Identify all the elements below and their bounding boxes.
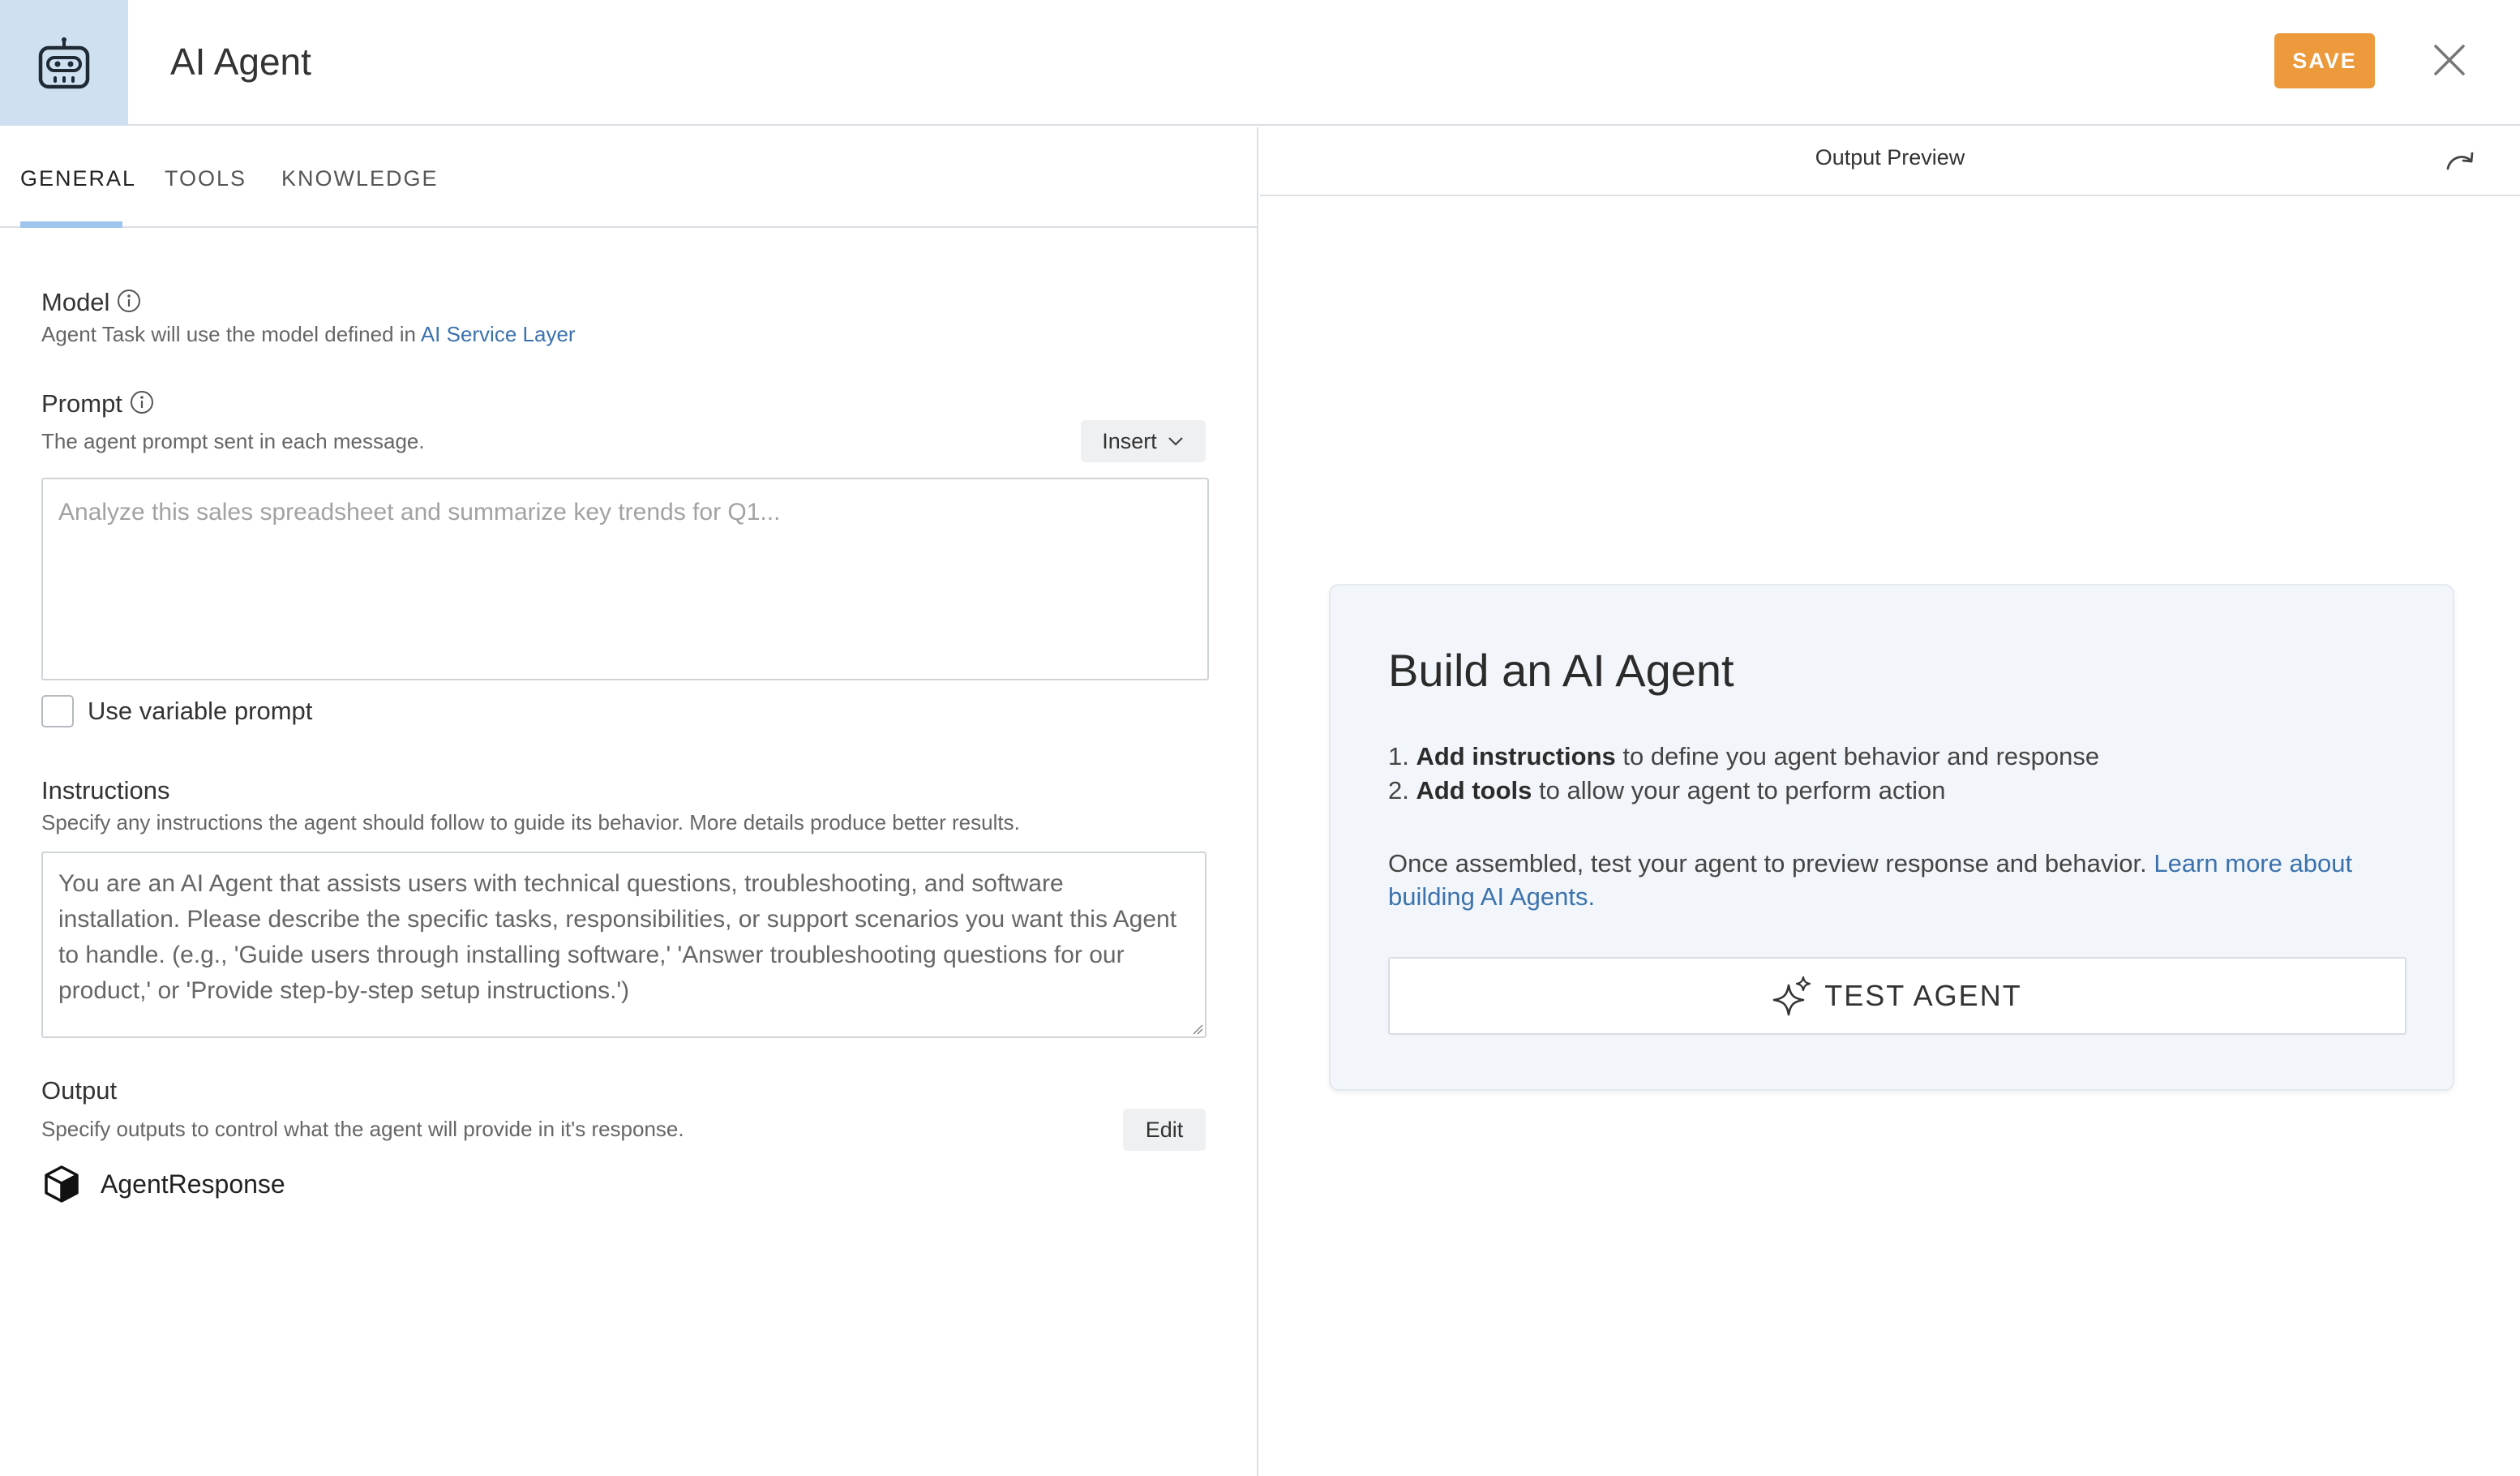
header-bar: AI Agent SAVE (0, 0, 2520, 126)
instructions-description: Specify any instructions the agent shoul… (41, 810, 1020, 835)
prompt-description: The agent prompt sent in each message. (41, 429, 425, 453)
step-text: to allow your agent to perform action (1532, 776, 1946, 805)
model-description: Agent Task will use the model defined in… (41, 320, 576, 348)
output-item: AgentResponse (41, 1164, 285, 1204)
step-item: 1. Add instructions to define you agent … (1388, 740, 2099, 774)
sparkle-icon (1772, 976, 1811, 1016)
model-title: Model (41, 288, 110, 316)
output-item-label: AgentResponse (101, 1169, 285, 1199)
instructions-title: Instructions (41, 776, 170, 805)
output-preview-title: Output Preview (1815, 145, 1965, 169)
active-tab-indicator (20, 221, 122, 228)
card-description-text: Once assembled, test your agent to previ… (1388, 849, 2154, 877)
prompt-input[interactable]: Analyze this sales spreadsheet and summa… (41, 478, 1209, 680)
step-bold: Add instructions (1416, 742, 1616, 770)
step-bold: Add tools (1416, 776, 1532, 805)
step-item: 2. Add tools to allow your agent to perf… (1388, 774, 2099, 808)
resize-handle-icon[interactable] (1190, 1022, 1203, 1035)
tab-bar: GENERAL TOOLS KNOWLEDGE (0, 127, 1258, 228)
step-number: 1. (1388, 742, 1409, 770)
save-button[interactable]: SAVE (2274, 33, 2375, 88)
ai-service-layer-link[interactable]: AI Service Layer (421, 322, 576, 346)
robot-icon (38, 36, 90, 88)
tab-knowledge[interactable]: KNOWLEDGE (281, 166, 439, 191)
steps-list: 1. Add instructions to define you agent … (1388, 740, 2099, 808)
prompt-section-title: Prompt (41, 388, 155, 420)
configuration-panel: GENERAL TOOLS KNOWLEDGE Model Agent Task… (0, 127, 1258, 1476)
build-agent-card: Build an AI Agent 1. Add instructions to… (1329, 584, 2454, 1091)
output-title: Output (41, 1076, 118, 1105)
model-desc-text: Agent Task will use the model defined in (41, 322, 421, 346)
redo-button[interactable] (2444, 147, 2476, 176)
page-title: AI Agent (170, 41, 311, 83)
test-agent-button[interactable]: TEST AGENT (1388, 957, 2406, 1035)
app-icon-box (0, 0, 128, 126)
info-icon[interactable] (129, 389, 155, 415)
instructions-textarea[interactable]: You are an AI Agent that assists users w… (41, 852, 1206, 1038)
card-description: Once assembled, test your agent to previ… (1388, 847, 2410, 913)
preview-header: Output Preview (1260, 127, 2520, 196)
tab-general[interactable]: GENERAL (20, 166, 136, 191)
output-edit-button[interactable]: Edit (1123, 1109, 1206, 1151)
redo-icon (2446, 152, 2474, 170)
use-variable-prompt-label: Use variable prompt (88, 697, 313, 725)
prompt-placeholder: Analyze this sales spreadsheet and summa… (58, 499, 781, 526)
close-icon (2434, 45, 2465, 75)
test-agent-label: TEST AGENT (1824, 979, 2022, 1012)
instructions-text: You are an AI Agent that assists users w… (58, 870, 1177, 1004)
card-title: Build an AI Agent (1388, 645, 1734, 696)
step-text: to define you agent behavior and respons… (1615, 742, 2100, 770)
use-variable-prompt-checkbox[interactable] (41, 695, 74, 727)
model-section-title: Model (41, 286, 142, 319)
chevron-down-icon (1168, 437, 1183, 446)
tab-tools[interactable]: TOOLS (165, 166, 246, 191)
output-description: Specify outputs to control what the agen… (41, 1117, 684, 1141)
close-button[interactable] (2431, 41, 2468, 79)
prompt-title: Prompt (41, 389, 122, 418)
step-number: 2. (1388, 776, 1409, 805)
info-icon[interactable] (116, 288, 142, 314)
insert-dropdown-button[interactable]: Insert (1081, 420, 1206, 462)
insert-label: Insert (1102, 428, 1157, 453)
cube-icon (45, 1165, 79, 1203)
